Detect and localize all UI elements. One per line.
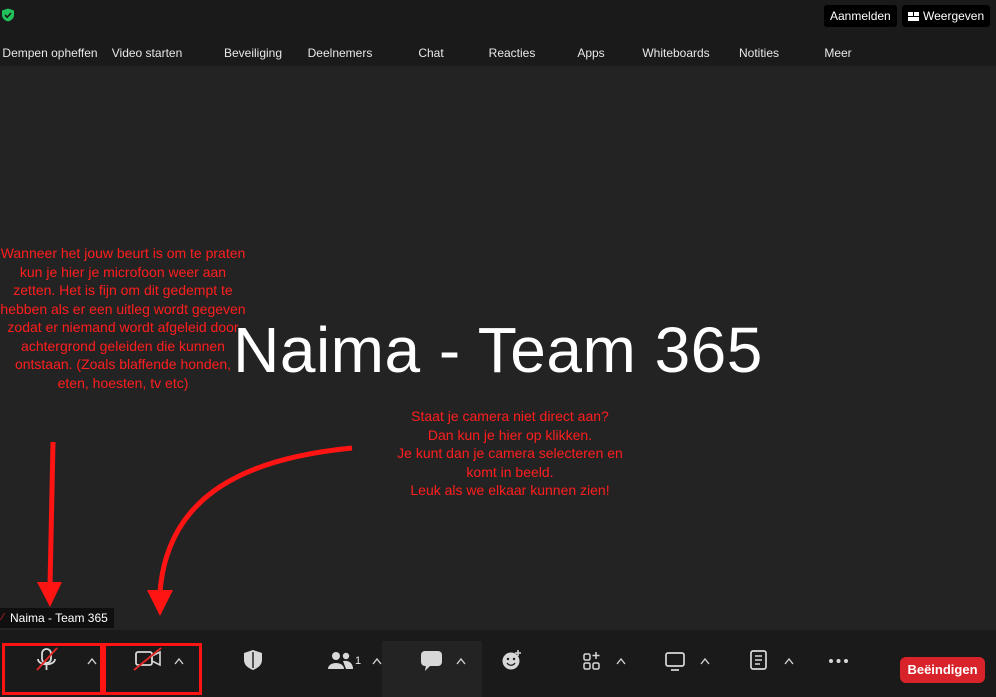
name-tag-label: Naima - Team 365 (10, 611, 108, 625)
grid-view-icon (908, 12, 919, 21)
notes-label: Notities (738, 46, 779, 60)
participants-button[interactable]: Deelnemers (302, 0, 378, 67)
more-label: Meer (824, 46, 852, 60)
camera-note-line: Staat je camera niet direct aan? (411, 408, 609, 424)
security-button[interactable]: Beveiliging (218, 0, 288, 67)
chat-hover-bg (382, 641, 482, 697)
mic-annotation: Wanneer het jouw beurt is om te praten k… (0, 245, 246, 391)
participant-name-tag: ⁄ Naima - Team 365 (0, 608, 114, 628)
whiteboards-button[interactable]: Whiteboards (638, 0, 714, 67)
view-button[interactable]: Weergeven (902, 5, 991, 27)
reactions-button[interactable]: Reacties (482, 0, 542, 67)
start-video-label: Video starten (111, 46, 183, 60)
participants-count: 1 (355, 655, 362, 667)
chat-button[interactable]: Chat (400, 0, 462, 67)
security-label: Beveiliging (223, 46, 283, 60)
more-button[interactable]: Meer (812, 0, 864, 67)
video-highlight-box (103, 643, 202, 695)
muted-mic-icon: ⁄ (2, 612, 4, 623)
unmute-label: Dempen opheffen (2, 46, 98, 60)
start-video-button[interactable]: Video starten (103, 0, 191, 67)
camera-annotation: Staat je camera niet direct aan? Dan kun… (360, 407, 660, 500)
camera-note-line: Leuk als we elkaar kunnen zien! (410, 482, 610, 498)
whiteboards-label: Whiteboards (642, 46, 710, 60)
unmute-button[interactable]: Dempen opheffen (0, 0, 100, 67)
camera-note-line: Dan kun je hier op klikken. (427, 426, 593, 443)
camera-note-line: komt in beeld. (466, 463, 554, 480)
participants-label: Deelnemers (307, 46, 373, 60)
notes-button[interactable]: Notities (730, 0, 788, 67)
end-meeting-button[interactable]: Beëindigen (900, 657, 985, 683)
unmute-highlight-box (2, 643, 103, 695)
camera-note-line: Je kunt dan je camera selecteren en (397, 445, 623, 461)
apps-label: Apps (577, 46, 605, 60)
view-button-label: Weergeven (923, 9, 985, 23)
reactions-label: Reacties (488, 46, 536, 60)
chat-label: Chat (418, 46, 444, 60)
apps-button[interactable]: Apps (565, 0, 617, 67)
